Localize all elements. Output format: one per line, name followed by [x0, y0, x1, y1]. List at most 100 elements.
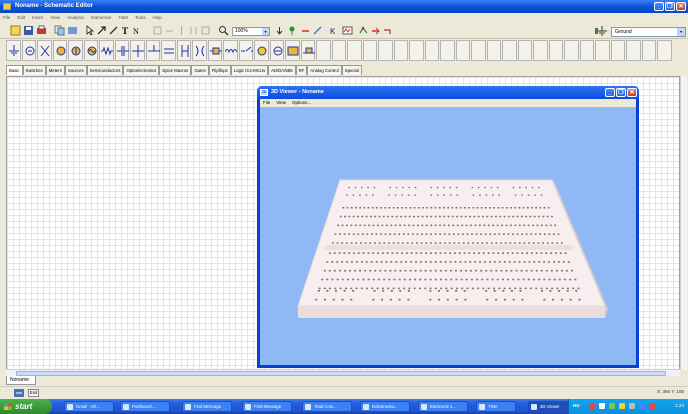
arrow-down-icon[interactable] [274, 25, 285, 36]
run-icon[interactable] [358, 25, 369, 36]
probe-icon[interactable] [312, 25, 323, 36]
task-find-message-2[interactable]: Find Message [242, 401, 292, 412]
empty-slot-17[interactable] [564, 40, 579, 61]
breadboard-3d-view[interactable] [260, 107, 636, 365]
transformer-part-icon[interactable] [192, 40, 207, 61]
print-icon[interactable] [36, 25, 47, 36]
zoom-icon[interactable] [218, 25, 229, 36]
viewer-menu-view[interactable]: View [276, 99, 286, 107]
task-tina[interactable]: TINA [476, 401, 516, 412]
current-source-icon[interactable] [68, 40, 83, 61]
resistor-part-icon[interactable] [99, 40, 114, 61]
empty-slot-6[interactable] [393, 40, 408, 61]
menu-interactive[interactable]: Interactive [91, 13, 112, 22]
component-icon[interactable] [67, 25, 78, 36]
ground-select[interactable]: Ground ▾ [611, 27, 686, 37]
empty-slot-9[interactable] [440, 40, 455, 61]
maximize-button[interactable]: ❐ [665, 2, 675, 11]
tab-meters[interactable]: Meters [45, 65, 65, 75]
empty-slot-7[interactable] [409, 40, 424, 61]
menu-tools[interactable]: Tools [135, 13, 146, 22]
rotate-right-icon[interactable] [164, 25, 175, 36]
flip-icon[interactable] [188, 25, 199, 36]
capacitor-part-icon[interactable] [114, 40, 129, 61]
close-button[interactable]: ✕ [676, 2, 686, 11]
menu-insert[interactable]: Insert [32, 13, 43, 22]
update-icon[interactable] [609, 403, 615, 409]
wire-cross-part-icon[interactable] [130, 40, 145, 61]
empty-slot-20[interactable] [610, 40, 625, 61]
empty-slot-8[interactable] [424, 40, 439, 61]
task-3d-viewer[interactable]: 3D Viewer [528, 401, 568, 412]
empty-slot-11[interactable] [471, 40, 486, 61]
volume-icon[interactable] [619, 403, 625, 409]
tab-rf[interactable]: RF [295, 65, 308, 75]
security-icon[interactable] [649, 403, 655, 409]
tab-switches[interactable]: Switches [22, 65, 46, 75]
scrollbar-thumb[interactable] [16, 371, 666, 376]
fuse-part-icon[interactable] [300, 40, 315, 61]
oscilloscope-icon[interactable] [342, 25, 353, 36]
bluetooth-icon[interactable] [639, 403, 645, 409]
text-tool-icon[interactable]: T [120, 25, 131, 36]
menu-analysis[interactable]: Analysis [67, 13, 84, 22]
rotate-left-icon[interactable] [152, 25, 163, 36]
task-find-message-1[interactable]: Find Message [182, 401, 232, 412]
task-gmail[interactable]: Gmail - All ... [64, 401, 114, 412]
empty-slot-12[interactable] [486, 40, 501, 61]
task-dokumentum[interactable]: Dokumentu... [360, 401, 410, 412]
exit-button[interactable]: Exit [28, 389, 39, 397]
coupled-inductor-icon[interactable] [176, 40, 191, 61]
viewer-close-button[interactable]: ✕ [627, 88, 637, 97]
tab-gates[interactable]: Gates [191, 65, 209, 75]
mirror-icon[interactable] [176, 25, 187, 36]
menu-file[interactable]: File [3, 13, 10, 22]
select-icon[interactable] [96, 25, 107, 36]
source-part-icon[interactable] [37, 40, 52, 61]
menu-help[interactable]: Help [153, 13, 162, 22]
tab-special[interactable]: Special [341, 65, 362, 75]
tab-flipflops[interactable]: Flipflops [208, 65, 231, 75]
network-icon[interactable] [599, 403, 605, 409]
antivirus-icon[interactable] [589, 403, 595, 409]
language-indicator[interactable]: HU [573, 403, 580, 408]
3d-scene[interactable] [260, 107, 636, 365]
label-tool-icon[interactable]: N [132, 25, 143, 36]
document-tab[interactable]: Noname [6, 376, 36, 385]
pointer-icon[interactable] [84, 25, 95, 36]
inductor-part-icon[interactable] [223, 40, 238, 61]
vertical-scrollbar[interactable] [680, 76, 687, 370]
empty-slot-18[interactable] [579, 40, 594, 61]
empty-slot-2[interactable] [331, 40, 346, 61]
minimize-button[interactable]: _ [654, 2, 664, 11]
empty-slot-15[interactable] [533, 40, 548, 61]
menu-view[interactable]: View [50, 13, 60, 22]
new-file-icon[interactable] [10, 25, 21, 36]
empty-slot-10[interactable] [455, 40, 470, 61]
led-part-icon[interactable] [269, 40, 284, 61]
task-total-commander[interactable]: Total Com... [302, 401, 352, 412]
empty-slot-3[interactable] [347, 40, 362, 61]
battery-part-icon[interactable] [21, 40, 36, 61]
task-postboard[interactable]: Postboard... [120, 401, 170, 412]
tab-ad-da[interactable]: AD/DA/555 [268, 65, 296, 75]
copy-icon[interactable] [54, 25, 65, 36]
empty-slot-21[interactable] [626, 40, 641, 61]
tab-semiconductors[interactable]: Semiconductors [86, 65, 124, 75]
start-button[interactable]: start [0, 399, 52, 414]
tab-logic-ics[interactable]: Logic ICs-MCUs [230, 65, 269, 75]
empty-slot-22[interactable] [641, 40, 656, 61]
grid-icon[interactable] [200, 25, 211, 36]
stop-icon[interactable] [382, 25, 393, 36]
task-electronics[interactable]: Electronic s... [418, 401, 468, 412]
empty-slot-5[interactable] [378, 40, 393, 61]
jumper-part-icon[interactable] [161, 40, 176, 61]
zoom-select[interactable]: 100% ▾ [232, 27, 270, 36]
tab-basic[interactable]: Basic [6, 65, 23, 75]
empty-slot-23[interactable] [657, 40, 672, 61]
diode-part-icon[interactable] [207, 40, 222, 61]
meter-part-icon[interactable] [285, 40, 300, 61]
save-icon[interactable] [23, 25, 34, 36]
viewer-minimize-button[interactable]: _ [605, 88, 615, 97]
dc-analysis-icon[interactable] [288, 25, 299, 36]
